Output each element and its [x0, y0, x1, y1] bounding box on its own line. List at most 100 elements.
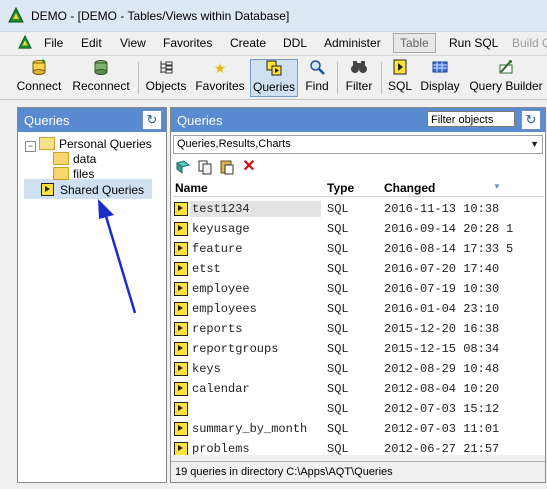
cell-name: summary_by_month: [192, 422, 308, 436]
new-query-icon[interactable]: [175, 159, 191, 175]
query-file-icon: [174, 202, 188, 216]
table-row[interactable]: etst SQL 2016-07-20 17:40: [173, 259, 543, 279]
cell-name: etst: [192, 262, 221, 276]
connect-button[interactable]: Connect: [15, 59, 63, 97]
menu-build-query[interactable]: Build Q: [512, 36, 547, 50]
shared-queries-icon: [41, 183, 54, 196]
column-header-type[interactable]: Type: [327, 181, 354, 195]
cell-name: reportgroups: [192, 342, 279, 356]
table-row[interactable]: keyusage SQL 2016-09-14 20:28 1: [173, 219, 543, 239]
copy-icon[interactable]: [197, 159, 213, 175]
sql-icon: [385, 59, 415, 77]
refresh-icon[interactable]: ↻: [521, 110, 541, 130]
cell-type: SQL: [327, 302, 349, 316]
cell-type: SQL: [327, 282, 349, 296]
menu-file[interactable]: File: [44, 36, 63, 50]
table-row[interactable]: feature SQL 2016-08-14 17:33 5: [173, 239, 543, 259]
find-button[interactable]: Find: [302, 59, 332, 97]
cell-name: keys: [192, 362, 221, 376]
menu-ddl[interactable]: DDL: [283, 36, 307, 50]
cell-type: SQL: [327, 262, 349, 276]
header-divider: [173, 196, 543, 197]
table-row[interactable]: reports SQL 2015-12-20 16:38: [173, 319, 543, 339]
right-panel-title: Queries: [177, 113, 223, 128]
column-header-changed[interactable]: Changed: [384, 181, 435, 195]
chevron-down-icon: ▼: [530, 139, 539, 149]
cell-extra: 1: [506, 222, 514, 236]
delete-icon[interactable]: ✕: [241, 159, 257, 175]
find-label: Find: [305, 79, 329, 93]
grid-icon: [419, 59, 461, 77]
left-panel-title: Queries: [24, 113, 70, 128]
cell-type: SQL: [327, 322, 349, 336]
column-header-name[interactable]: Name: [175, 181, 208, 195]
tree-node-label: Personal Queries: [59, 137, 152, 151]
table-row[interactable]: reportgroups SQL 2015-12-15 08:34: [173, 339, 543, 359]
view-select[interactable]: Queries,Results,Charts ▼: [173, 135, 543, 154]
query-actions-toolbar: ✕: [173, 156, 543, 178]
query-file-icon: [174, 282, 188, 296]
cell-name: feature: [192, 242, 243, 256]
sql-label: SQL: [387, 79, 412, 93]
table-row[interactable]: SQL 2012-07-03 15:12: [173, 399, 543, 419]
table-row[interactable]: employees SQL 2016-01-04 23:10: [173, 299, 543, 319]
tree-node-data[interactable]: data: [53, 152, 96, 166]
toolbar-separator: [138, 62, 139, 94]
menu-view[interactable]: View: [120, 36, 146, 50]
toolbar-separator: [337, 62, 338, 94]
cell-changed: 2016-11-13 10:38: [384, 202, 500, 216]
table-row[interactable]: calendar SQL 2012-08-04 10:20: [173, 379, 543, 399]
tree-node-label: files: [73, 167, 95, 181]
cell-type: SQL: [327, 382, 349, 396]
query-file-icon: [174, 242, 188, 256]
cell-type: SQL: [327, 242, 349, 256]
display-label: Display: [420, 79, 460, 93]
menu-run-sql[interactable]: Run SQL: [449, 36, 498, 50]
title-bar: DEMO - [DEMO - Tables/Views within Datab…: [0, 0, 547, 32]
menu-favorites[interactable]: Favorites: [163, 36, 212, 50]
cell-name: [190, 401, 321, 403]
query-builder-label: Query Builder: [469, 79, 543, 93]
menu-table[interactable]: Table: [393, 33, 436, 53]
magnifier-icon: [302, 59, 332, 77]
app-logo-icon: [8, 7, 24, 23]
menu-app-icon[interactable]: [18, 35, 32, 49]
cell-name: test1234: [190, 201, 321, 217]
cell-name: reports: [192, 322, 243, 336]
cell-extra: 5: [506, 242, 514, 256]
cell-name: employees: [192, 302, 257, 316]
cell-name: keyusage: [192, 222, 250, 236]
refresh-icon[interactable]: ↻: [142, 110, 162, 130]
table-row[interactable]: keys SQL 2012-08-29 10:48: [173, 359, 543, 379]
cell-changed: 2016-07-19 10:30: [384, 282, 500, 296]
folder-icon: [53, 167, 69, 180]
filter-button[interactable]: Filter: [342, 59, 376, 97]
menu-edit[interactable]: Edit: [81, 36, 102, 50]
filter-objects-input[interactable]: Filter objects: [427, 111, 515, 127]
cell-name: employee: [192, 282, 250, 296]
queries-button[interactable]: Queries: [250, 59, 298, 97]
menu-create[interactable]: Create: [230, 36, 266, 50]
menu-administer[interactable]: Administer: [324, 36, 381, 50]
favorites-button[interactable]: ★ Favorites: [194, 59, 246, 97]
paste-icon[interactable]: [219, 159, 235, 175]
table-row[interactable]: test1234 SQL 2016-11-13 10:38: [173, 199, 543, 219]
tree-node-files[interactable]: files: [53, 167, 94, 181]
objects-button[interactable]: Objects: [144, 59, 188, 97]
collapse-icon[interactable]: −: [25, 141, 36, 152]
queries-label: Queries: [252, 80, 296, 94]
table-row[interactable]: summary_by_month SQL 2012-07-03 11:01: [173, 419, 543, 439]
cell-changed: 2016-01-04 23:10: [384, 302, 500, 316]
table-row[interactable]: employee SQL 2016-07-19 10:30: [173, 279, 543, 299]
reconnect-label: Reconnect: [72, 79, 130, 93]
display-button[interactable]: Display: [419, 59, 461, 97]
database-refresh-icon: [71, 59, 131, 77]
annotation-arrow: [98, 199, 137, 314]
query-builder-button[interactable]: Query Builder: [467, 59, 545, 97]
sql-button[interactable]: SQL: [385, 59, 415, 97]
reconnect-button[interactable]: Reconnect: [71, 59, 131, 97]
filter-label: Filter: [345, 79, 373, 93]
query-file-icon: [174, 322, 188, 336]
tree-node-personal-queries[interactable]: Personal Queries: [39, 137, 152, 151]
toolbar-separator: [381, 62, 382, 94]
